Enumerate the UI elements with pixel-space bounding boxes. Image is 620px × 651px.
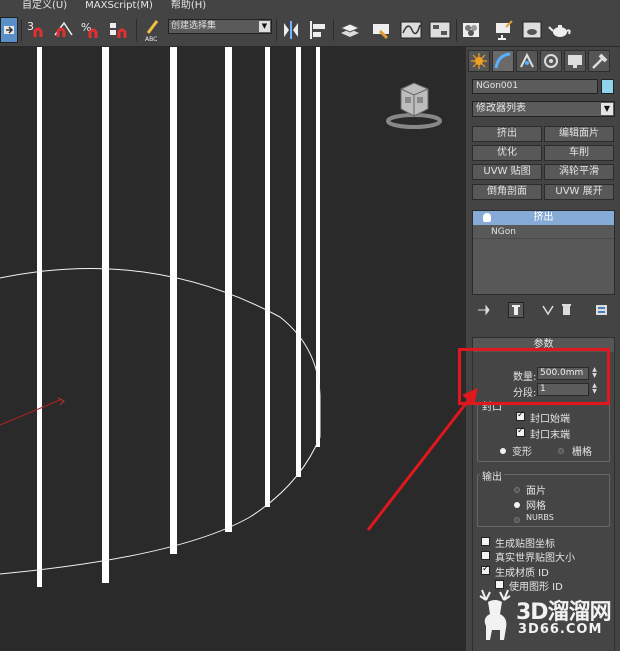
deer-logo-icon [479,589,511,640]
watermark-url: 3D66.COM [518,622,603,637]
annotation-arrow [366,388,478,531]
watermark: 3D溜溜网 3D66.COM [468,582,620,651]
